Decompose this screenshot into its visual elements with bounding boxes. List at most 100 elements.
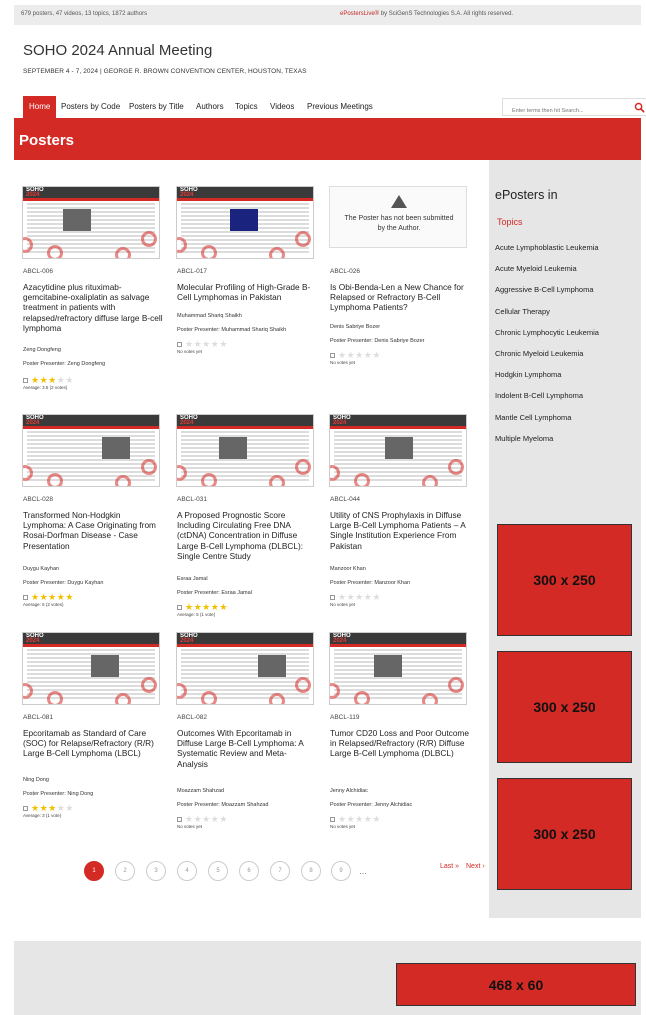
poster-thumbnail[interactable]: SOHO 2024	[22, 632, 160, 705]
sidebar-section-topics[interactable]: Topics	[497, 217, 523, 227]
topic-item[interactable]: Chronic Myeloid Leukemia	[495, 346, 599, 367]
pager-page-link[interactable]: 5	[208, 861, 228, 881]
ad-placeholder[interactable]: 300 x 250	[497, 651, 632, 763]
star-icon[interactable]: ★	[202, 602, 211, 612]
star-icon[interactable]: ★	[372, 814, 381, 824]
topic-item[interactable]: Cellular Therapy	[495, 304, 599, 325]
rating-checkbox[interactable]	[330, 817, 335, 822]
rating-stars[interactable]: ★★★★★	[31, 804, 74, 813]
nav-posters-by-title[interactable]: Posters by Title	[129, 96, 184, 118]
rating-stars[interactable]: ★★★★★	[338, 593, 381, 602]
star-icon[interactable]: ★	[338, 592, 347, 602]
pager-page-current[interactable]: 1	[84, 861, 104, 881]
nav-topics[interactable]: Topics	[235, 96, 258, 118]
star-icon[interactable]: ★	[347, 350, 356, 360]
pager-page-link[interactable]: 8	[301, 861, 321, 881]
poster-title[interactable]: Epcoritamab as Standard of Care (SOC) fo…	[23, 728, 163, 759]
poster-thumbnail[interactable]: SOHO 2024	[176, 414, 314, 487]
star-icon[interactable]: ★	[202, 814, 211, 824]
topic-item[interactable]: Hodgkin Lymphoma	[495, 367, 599, 388]
poster-title[interactable]: A Proposed Prognostic Score Including Ci…	[177, 510, 317, 561]
rating-stars[interactable]: ★★★★★	[185, 340, 228, 349]
star-icon[interactable]: ★	[185, 339, 194, 349]
poster-thumbnail[interactable]: SOHO 2024	[22, 414, 160, 487]
poster-title[interactable]: Utility of CNS Prophylaxis in Diffuse La…	[330, 510, 470, 551]
poster-title[interactable]: Outcomes With Epcoritamab in Diffuse Lar…	[177, 728, 317, 769]
nav-authors[interactable]: Authors	[196, 96, 224, 118]
star-icon[interactable]: ★	[40, 375, 49, 385]
star-icon[interactable]: ★	[185, 602, 194, 612]
rating-stars[interactable]: ★★★★★	[185, 603, 228, 612]
star-icon[interactable]: ★	[219, 339, 228, 349]
pager-page-link[interactable]: 9	[331, 861, 351, 881]
star-icon[interactable]: ★	[338, 814, 347, 824]
nav-home[interactable]: Home	[23, 96, 57, 118]
rating-checkbox[interactable]	[23, 595, 28, 600]
poster-author[interactable]: Esraa Jamal	[177, 576, 208, 582]
pager-last-link[interactable]: Last »	[440, 863, 459, 870]
poster-thumbnail[interactable]: SOHO 2024	[176, 186, 314, 259]
rating-stars[interactable]: ★★★★★	[31, 593, 74, 602]
ad-placeholder[interactable]: 300 x 250	[497, 778, 632, 890]
poster-title[interactable]: Azacytidine plus rituximab-gemcitabine-o…	[23, 282, 163, 333]
star-icon[interactable]: ★	[219, 602, 228, 612]
poster-thumbnail[interactable]: SOHO 2024	[22, 186, 160, 259]
pager-page-link[interactable]: 4	[177, 861, 197, 881]
rating-stars[interactable]: ★★★★★	[185, 815, 228, 824]
pager-page-link[interactable]: 7	[270, 861, 290, 881]
nav-previous-meetings[interactable]: Previous Meetings	[307, 96, 373, 118]
star-icon[interactable]: ★	[31, 375, 40, 385]
star-icon[interactable]: ★	[202, 339, 211, 349]
star-icon[interactable]: ★	[48, 592, 57, 602]
star-icon[interactable]: ★	[65, 803, 74, 813]
star-icon[interactable]: ★	[31, 592, 40, 602]
star-icon[interactable]: ★	[355, 350, 364, 360]
rating-checkbox[interactable]	[177, 342, 182, 347]
star-icon[interactable]: ★	[65, 375, 74, 385]
search-input[interactable]	[503, 103, 623, 119]
poster-thumbnail[interactable]: SOHO 2024	[329, 414, 467, 487]
pager-page-link[interactable]: 6	[239, 861, 259, 881]
rating-checkbox[interactable]	[177, 817, 182, 822]
star-icon[interactable]: ★	[65, 592, 74, 602]
poster-thumbnail[interactable]: SOHO 2024	[329, 632, 467, 705]
poster-author[interactable]: Muhammad Shariq Shaikh	[177, 313, 242, 319]
star-icon[interactable]: ★	[347, 814, 356, 824]
star-icon[interactable]: ★	[338, 350, 347, 360]
star-icon[interactable]: ★	[185, 814, 194, 824]
rating-checkbox[interactable]	[23, 378, 28, 383]
star-icon[interactable]: ★	[219, 814, 228, 824]
star-icon[interactable]: ★	[194, 814, 203, 824]
star-icon[interactable]: ★	[355, 592, 364, 602]
rating-checkbox[interactable]	[23, 806, 28, 811]
nav-videos[interactable]: Videos	[270, 96, 294, 118]
star-icon[interactable]: ★	[347, 592, 356, 602]
poster-title[interactable]: Transformed Non-Hodgkin Lymphoma: A Case…	[23, 510, 163, 551]
star-icon[interactable]: ★	[40, 592, 49, 602]
star-icon[interactable]: ★	[48, 803, 57, 813]
poster-title[interactable]: Is Obi-Benda-Len a New Chance for Relaps…	[330, 282, 470, 313]
star-icon[interactable]: ★	[194, 339, 203, 349]
brand-link[interactable]: ePostersLive®	[340, 11, 379, 17]
topic-item[interactable]: Chronic Lymphocytic Leukemia	[495, 325, 599, 346]
poster-title[interactable]: Tumor CD20 Loss and Poor Outcome in Rela…	[330, 728, 470, 759]
poster-author[interactable]: Zeng Dongfeng	[23, 347, 61, 353]
rating-checkbox[interactable]	[330, 595, 335, 600]
poster-author[interactable]: Manzoor Khan	[330, 566, 366, 572]
topic-item[interactable]: Acute Lymphoblastic Leukemia	[495, 240, 599, 261]
rating-stars[interactable]: ★★★★★	[338, 815, 381, 824]
nav-posters-by-code[interactable]: Posters by Code	[61, 96, 120, 118]
star-icon[interactable]: ★	[31, 803, 40, 813]
star-icon[interactable]: ★	[48, 375, 57, 385]
star-icon[interactable]: ★	[194, 602, 203, 612]
poster-author[interactable]: Ning Dong	[23, 777, 49, 783]
poster-title[interactable]: Molecular Profiling of High-Grade B-Cell…	[177, 282, 317, 302]
poster-author[interactable]: Denis Sabriye Bozer	[330, 324, 380, 330]
star-icon[interactable]: ★	[40, 803, 49, 813]
star-icon[interactable]: ★	[355, 814, 364, 824]
poster-missing-thumbnail[interactable]: The Poster has not been submitted by the…	[329, 186, 467, 248]
poster-author[interactable]: Jenny Alchidiac	[330, 788, 368, 794]
rating-checkbox[interactable]	[177, 605, 182, 610]
site-title[interactable]: SOHO 2024 Annual Meeting	[23, 42, 212, 59]
pager-page-link[interactable]: 2	[115, 861, 135, 881]
